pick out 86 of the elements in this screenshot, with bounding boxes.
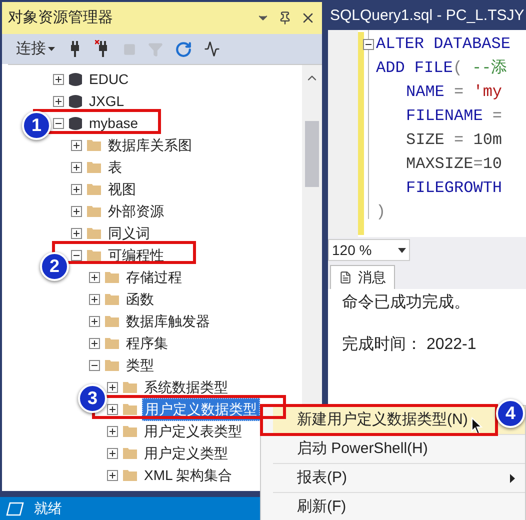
expand-toggle[interactable]	[89, 272, 100, 282]
panel-title: 对象资源管理器	[8, 8, 114, 28]
message-text: 命令已成功完成。	[341, 292, 471, 313]
folder-icon	[123, 381, 137, 393]
expand-toggle[interactable]	[71, 140, 82, 150]
pin-icon[interactable]	[278, 11, 292, 25]
tree-item[interactable]: 用户定义表类型	[142, 420, 244, 442]
folder-icon	[123, 447, 137, 459]
code-line: MAXSIZE=10	[406, 154, 502, 175]
database-icon	[69, 116, 82, 130]
tree-item[interactable]: EDUC	[87, 68, 131, 90]
tree-item[interactable]: 用户定义类型	[142, 442, 230, 464]
message-text: 完成时间： 2022-1	[341, 334, 478, 355]
connect-button[interactable]: 连接	[16, 38, 55, 60]
folder-icon	[105, 315, 119, 327]
folder-icon	[105, 271, 119, 283]
tree-item[interactable]: 系统数据类型	[142, 376, 230, 398]
tree-item[interactable]: 外部资源	[106, 200, 166, 222]
database-icon	[69, 72, 82, 86]
tree-item[interactable]: 数据库触发器	[124, 310, 212, 332]
expand-toggle[interactable]	[107, 382, 118, 392]
collapse-toggle[interactable]	[89, 360, 100, 370]
expand-toggle[interactable]	[53, 74, 64, 84]
expand-toggle[interactable]	[53, 96, 64, 106]
tree-item[interactable]: 程序集	[124, 332, 170, 354]
tree-item[interactable]: 类型	[124, 354, 156, 376]
caret-icon	[48, 47, 55, 51]
folder-icon	[87, 249, 101, 261]
collapse-toggle[interactable]	[71, 250, 82, 260]
status-text: 就绪	[34, 499, 62, 518]
expand-toggle[interactable]	[107, 426, 118, 436]
mouse-cursor-icon	[471, 417, 483, 435]
tree-item[interactable]: 同义词	[106, 222, 152, 244]
zoom-dropdown[interactable]: 120 %	[328, 239, 410, 261]
expand-toggle[interactable]	[89, 338, 100, 348]
tree-item[interactable]: JXGL	[87, 90, 126, 112]
caret-icon	[398, 248, 406, 252]
expand-toggle[interactable]	[89, 316, 100, 326]
folder-icon	[87, 183, 101, 195]
activity-icon[interactable]	[204, 41, 220, 57]
code-line: ALTER DATABASE	[376, 34, 510, 55]
tree-item[interactable]: 视图	[106, 178, 138, 200]
expand-toggle[interactable]	[107, 404, 118, 414]
menu-item[interactable]: 刷新(F)	[273, 493, 525, 520]
tree-item[interactable]: XML 架构集合	[142, 464, 234, 486]
folder-icon	[87, 139, 101, 151]
collapse-toggle[interactable]	[53, 118, 64, 128]
tree-item[interactable]: 存储过程	[124, 266, 184, 288]
tree-item[interactable]: 数据库关系图	[106, 134, 194, 156]
folder-icon	[123, 403, 137, 415]
folder-icon	[105, 293, 119, 305]
code-line: ADD FILE( --添	[376, 58, 508, 79]
code-editor[interactable]: ALTER DATABASE ADD FILE( --添 NAME = 'my FILENAME = SIZE = 10m MAXSIZE=10 FILEGROWTH )	[328, 30, 526, 237]
menu-item[interactable]: 启动 PowerShell(H)	[273, 435, 525, 464]
tree-item[interactable]: 函数	[124, 288, 156, 310]
expand-toggle[interactable]	[71, 228, 82, 238]
status-icon	[6, 502, 24, 516]
refresh-icon[interactable]	[175, 40, 192, 58]
menu-item[interactable]: 报表(P)	[273, 464, 525, 493]
message-icon	[339, 271, 352, 284]
expand-toggle[interactable]	[71, 206, 82, 216]
expand-toggle[interactable]	[107, 448, 118, 458]
folder-icon	[123, 469, 137, 481]
code-line: )	[376, 202, 386, 223]
scrollbar-thumb[interactable]	[305, 121, 319, 187]
expand-toggle[interactable]	[71, 184, 82, 194]
expand-toggle[interactable]	[107, 470, 118, 480]
code-line: NAME = 'my	[406, 82, 502, 103]
database-icon	[69, 94, 82, 108]
folder-icon	[87, 227, 101, 239]
folder-icon	[105, 359, 119, 371]
messages-tab[interactable]: 消息	[330, 265, 395, 289]
expand-toggle[interactable]	[89, 294, 100, 304]
expand-toggle[interactable]	[71, 162, 82, 172]
collapse-toggle[interactable]	[363, 38, 374, 50]
folder-icon	[87, 205, 101, 217]
code-line: FILEGROWTH	[406, 178, 502, 199]
tree-item[interactable]: 表	[106, 156, 124, 178]
code-line: SIZE = 10m	[406, 130, 502, 151]
folder-icon	[105, 337, 119, 349]
tree-item[interactable]: mybase	[87, 112, 140, 134]
code-line: FILENAME =	[406, 106, 502, 127]
folder-icon	[123, 425, 137, 437]
folder-icon	[87, 161, 101, 173]
submenu-arrow-icon	[510, 474, 515, 482]
document-tab[interactable]: SQLQuery1.sql - PC_L.TSJY	[330, 4, 524, 28]
